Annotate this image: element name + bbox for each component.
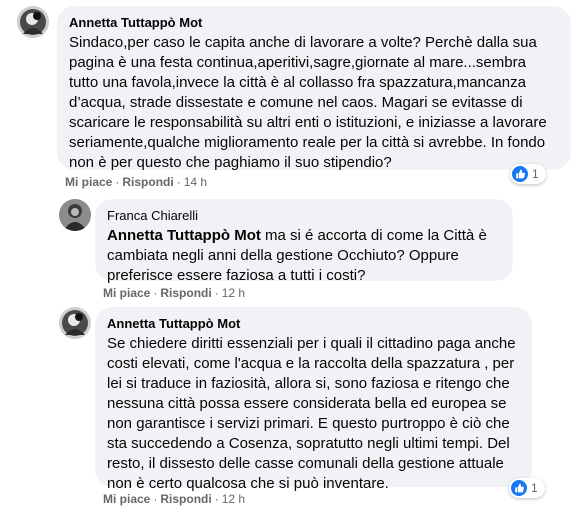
comment-author[interactable]: Annetta Tuttappò Mot [107,315,520,332]
avatar-annetta[interactable] [17,6,49,38]
reply-button[interactable]: Rispondi [160,286,211,300]
like-button[interactable]: Mi piace [103,492,150,506]
thumbs-up-icon [511,480,527,496]
comment-bubble: Annetta Tuttappò Mot Sindaco,per caso le… [57,6,571,171]
separator: · [115,175,120,189]
comment-text: Sindaco,per caso le capita anche di lavo… [69,34,547,171]
separator: · [214,492,219,506]
separator: · [176,175,181,189]
comment-bubble: Annetta Tuttappò Mot Se chiedere diritti… [95,307,532,492]
comment-1: Annetta Tuttappò Mot Sindaco,per caso le… [0,0,584,195]
reaction-count: 1 [532,167,539,181]
reaction-summary[interactable]: 1 [509,478,545,498]
thumbs-up-icon [512,166,528,182]
like-button[interactable]: Mi piace [65,175,112,189]
reply-button[interactable]: Rispondi [122,175,173,189]
avatar-franca[interactable] [59,199,91,231]
comment-text: Se chiedere diritti essenziali per i qua… [107,335,516,492]
comment-3: Annetta Tuttappò Mot Se chiedere diritti… [0,305,584,506]
like-button[interactable]: Mi piace [103,286,150,300]
comment-actions: Mi piace · Rispondi · 12 h [103,285,245,301]
comment-author[interactable]: Franca Chiarelli [107,207,501,224]
comment-actions: Mi piace · Rispondi · 12 h [103,491,245,507]
profile-photo-icon [59,307,91,339]
separator: · [214,286,219,300]
reaction-count: 1 [531,481,538,495]
separator: · [153,286,158,300]
reaction-summary[interactable]: 1 [510,164,546,184]
comment-text: Annetta Tuttappò Mot ma si é accorta di … [107,226,501,286]
comment-2: Franca Chiarelli Annetta Tuttappò Mot ma… [0,195,584,305]
comment-actions: Mi piace · Rispondi · 14 h [65,174,207,190]
comment-time[interactable]: 14 h [184,175,207,189]
mention-link[interactable]: Annetta Tuttappò Mot [107,227,261,244]
comment-time[interactable]: 12 h [222,492,245,506]
comment-author[interactable]: Annetta Tuttappò Mot [69,14,559,31]
profile-photo-icon [59,199,91,231]
profile-photo-icon [17,6,49,38]
reply-button[interactable]: Rispondi [160,492,211,506]
comment-bubble: Franca Chiarelli Annetta Tuttappò Mot ma… [95,199,513,284]
separator: · [153,492,158,506]
avatar-annetta[interactable] [59,307,91,339]
comment-time[interactable]: 12 h [222,286,245,300]
